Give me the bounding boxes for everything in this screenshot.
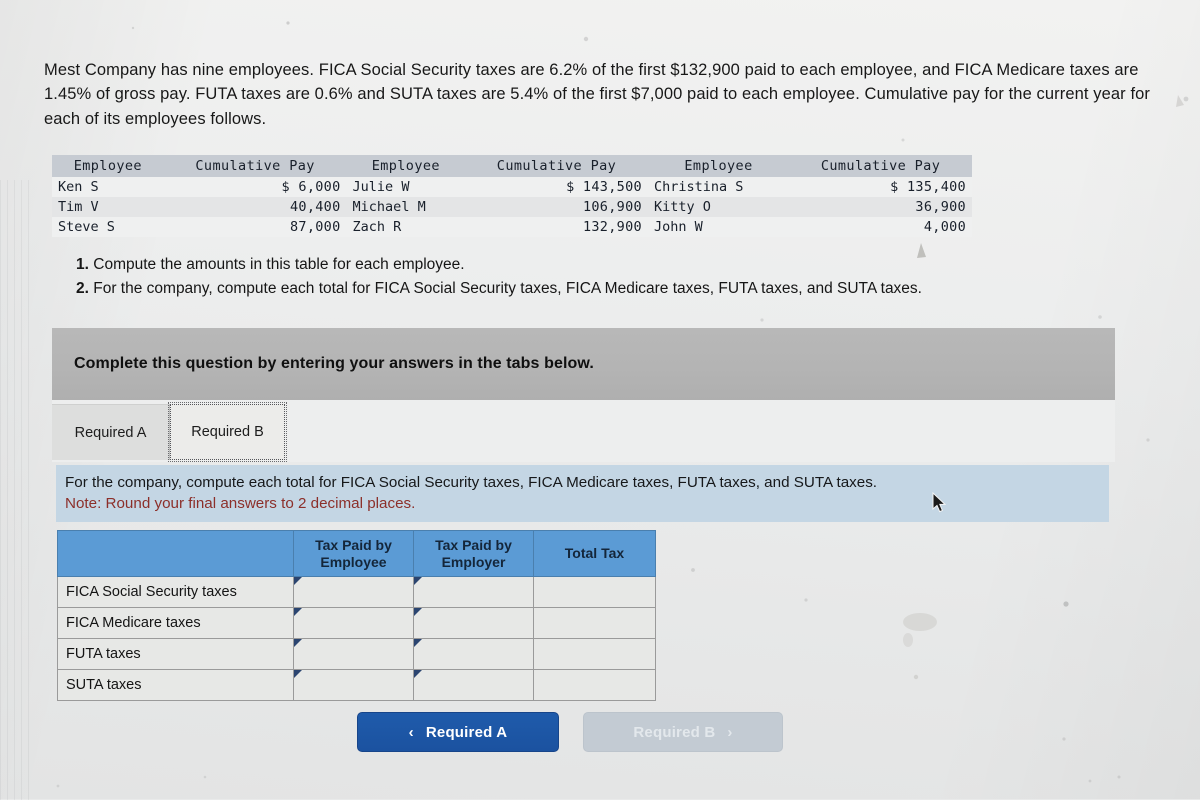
- cumulative-pay: 132,900: [582, 219, 642, 235]
- column-header-cumulative-pay-1: Cumulative Pay: [163, 155, 347, 177]
- input-futa-employee[interactable]: [293, 638, 414, 670]
- rounding-note: Note: Round your final answers to 2 deci…: [65, 494, 416, 512]
- header-line-2: Employee: [320, 553, 387, 570]
- row-label-futa: FUTA taxes: [57, 638, 294, 670]
- requirement-item-1: 1. Compute the amounts in this table for…: [76, 253, 1151, 277]
- requirements-list: 1. Compute the amounts in this table for…: [76, 253, 1151, 301]
- employee-name: Ken S: [58, 179, 99, 195]
- answer-table-corner-cell: [57, 530, 294, 577]
- header-line-2: Employer: [441, 553, 506, 570]
- requirement-text: For the company, compute each total for …: [93, 280, 922, 298]
- cumulative-pay: 106,900: [582, 199, 642, 215]
- value-futa-total: [533, 638, 656, 670]
- employee-cumulative-pay-table: Employee Cumulative Pay Employee Cumulat…: [52, 155, 972, 237]
- employee-name: John W: [653, 219, 703, 235]
- cumulative-pay: 40,400: [289, 199, 341, 215]
- requirement-item-2: 2. For the company, compute each total f…: [76, 277, 1151, 301]
- cumulative-pay: 36,900: [915, 199, 966, 215]
- column-header-employee-1: Employee: [52, 155, 164, 177]
- table-row: FUTA taxes: [57, 638, 656, 670]
- table-header-row: Employee Cumulative Pay Employee Cumulat…: [52, 155, 972, 177]
- cumulative-pay: $ 135,400: [890, 179, 966, 195]
- column-header-employee-3: Employee: [647, 155, 790, 177]
- table-row: FICA Medicare taxes: [57, 607, 656, 639]
- tab-required-b-label: Required B: [191, 424, 264, 440]
- requirement-text: Compute the amounts in this table for ea…: [93, 256, 465, 273]
- column-header-employee-2: Employee: [346, 155, 466, 177]
- tab-required-b[interactable]: Required B: [168, 402, 287, 462]
- tab-required-a-label: Required A: [74, 424, 147, 441]
- input-suta-employee[interactable]: [293, 669, 414, 701]
- table-row: Ken S $ 6,000 Julie W $ 143,500 Christin…: [52, 177, 972, 197]
- next-required-b-button[interactable]: Required B ›: [583, 712, 783, 752]
- instruction-text: For the company, compute each total for …: [65, 474, 878, 491]
- table-row: Steve S 87,000 Zach R 132,900 John W 4,0…: [52, 217, 972, 237]
- value-fica-medicare-total: [533, 607, 656, 639]
- chevron-right-icon: ›: [727, 723, 733, 741]
- requirement-number: 1.: [76, 256, 89, 273]
- answer-table-header-row: Tax Paid by Employee Tax Paid by Employe…: [57, 530, 656, 577]
- previous-required-a-button[interactable]: ‹ Required A: [357, 712, 559, 752]
- value-fica-social-security-total: [533, 576, 656, 608]
- column-header-tax-paid-by-employer: Tax Paid by Employer: [413, 530, 534, 577]
- header-line-1: Tax Paid by: [435, 537, 512, 554]
- requirement-number: 2.: [76, 280, 89, 298]
- input-fica-medicare-employee[interactable]: [293, 607, 414, 639]
- column-header-total-tax: Total Tax: [533, 530, 656, 577]
- column-header-cumulative-pay-3: Cumulative Pay: [789, 155, 972, 177]
- input-fica-social-security-employee[interactable]: [293, 576, 414, 608]
- tax-totals-answer-table: Tax Paid by Employee Tax Paid by Employe…: [57, 530, 656, 701]
- employee-name: Zach R: [352, 219, 402, 235]
- cumulative-pay: $ 6,000: [281, 179, 341, 195]
- input-suta-employer[interactable]: [413, 669, 534, 701]
- input-futa-employer[interactable]: [413, 638, 534, 670]
- previous-button-label: Required A: [425, 723, 508, 741]
- cumulative-pay: 87,000: [289, 219, 341, 235]
- cumulative-pay: 4,000: [923, 219, 966, 235]
- tab-strip: Required A Required B: [52, 400, 1115, 462]
- column-header-cumulative-pay-2: Cumulative Pay: [465, 155, 648, 177]
- table-row: SUTA taxes: [57, 669, 656, 701]
- employee-name: Julie W: [352, 179, 410, 195]
- tab-required-a[interactable]: Required A: [52, 404, 170, 460]
- input-fica-medicare-employer[interactable]: [413, 607, 534, 639]
- column-header-tax-paid-by-employee: Tax Paid by Employee: [293, 530, 414, 577]
- banner-label: Complete this question by entering your …: [74, 355, 594, 372]
- table-row: FICA Social Security taxes: [57, 576, 656, 608]
- header-line-1: Tax Paid by: [315, 537, 392, 554]
- row-label-fica-social-security: FICA Social Security taxes: [57, 576, 294, 608]
- next-button-label: Required B: [633, 723, 716, 741]
- value-suta-total: [533, 669, 656, 701]
- chevron-left-icon: ‹: [408, 723, 414, 741]
- employee-name: Tim V: [58, 199, 99, 215]
- requirement-instruction-bar: For the company, compute each total for …: [56, 465, 1109, 522]
- cumulative-pay: $ 143,500: [566, 179, 642, 195]
- row-label-suta: SUTA taxes: [57, 669, 294, 701]
- problem-statement: Mest Company has nine employees. FICA So…: [44, 61, 1150, 128]
- employee-name: Christina S: [653, 179, 744, 195]
- input-fica-social-security-employer[interactable]: [413, 576, 534, 608]
- employee-name: Kitty O: [653, 199, 711, 215]
- employee-name: Steve S: [58, 219, 115, 235]
- complete-question-banner: Complete this question by entering your …: [52, 328, 1115, 400]
- row-label-fica-medicare: FICA Medicare taxes: [57, 607, 294, 639]
- table-row: Tim V 40,400 Michael M 106,900 Kitty O 3…: [52, 197, 972, 217]
- employee-name: Michael M: [352, 199, 426, 215]
